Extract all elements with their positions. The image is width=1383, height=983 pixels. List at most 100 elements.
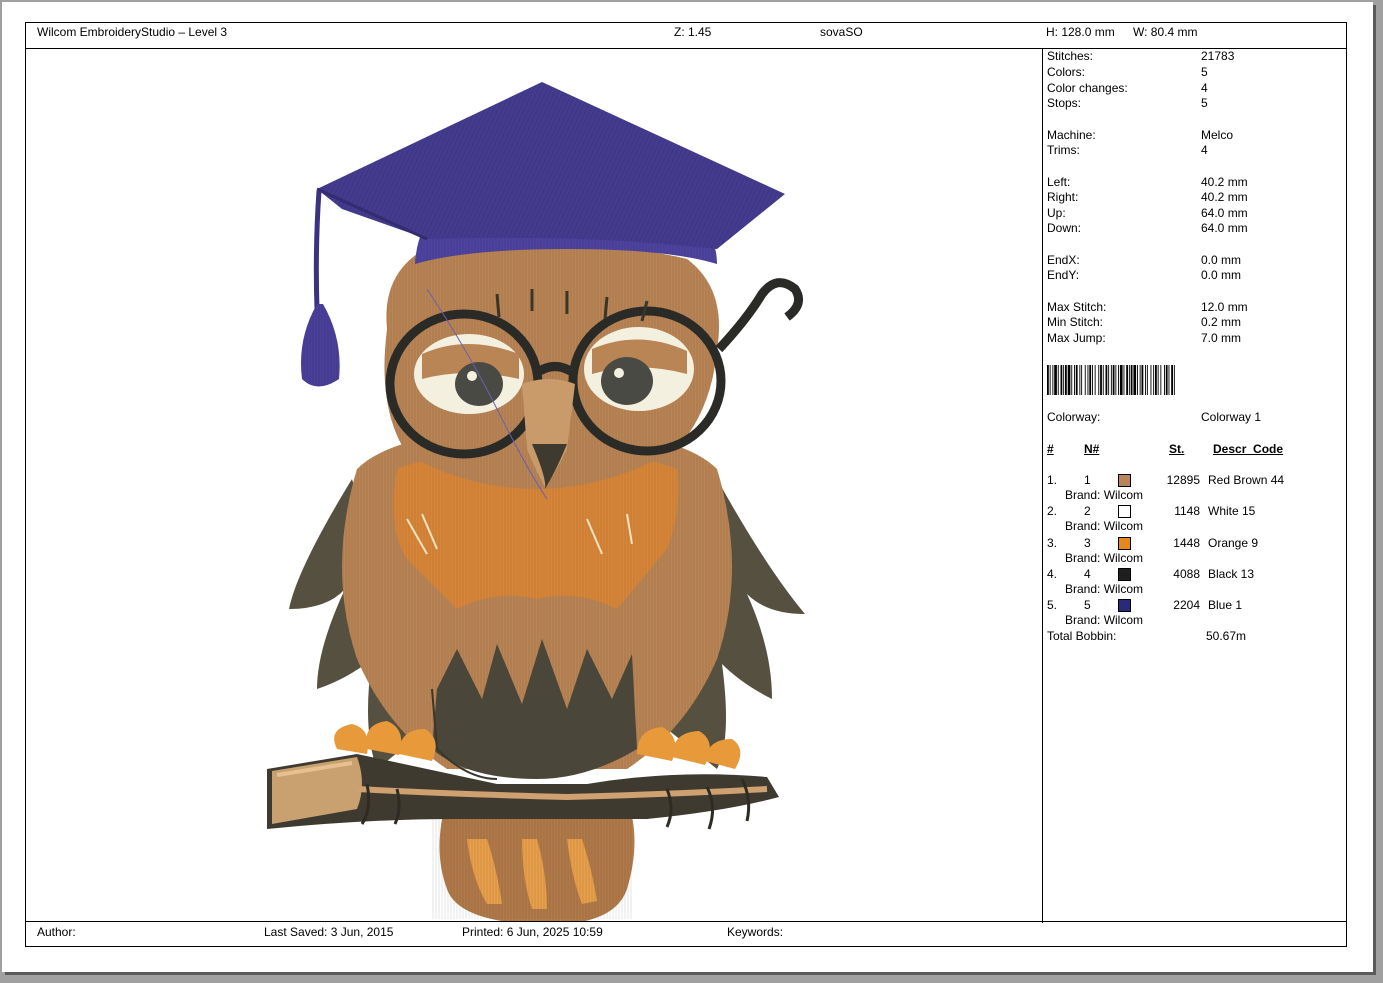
barcode-bar	[1071, 365, 1073, 395]
design-info-panel: Stitches: 21783 Colors: 5 Color changes: 4 Sto…	[1047, 49, 1347, 922]
barcode-bar	[1115, 365, 1117, 395]
barcode-bar	[1063, 365, 1065, 395]
barcode-bar	[1089, 365, 1092, 395]
color-swatch	[1118, 505, 1131, 518]
design-width: W: 80.4 mm	[1133, 25, 1198, 39]
zoom-level: Z: 1.45	[674, 25, 712, 39]
barcode-bar	[1118, 365, 1119, 395]
col-header-descr-code: Descr_Code	[1213, 442, 1284, 456]
owl-embroidery-image	[267, 82, 805, 922]
row-description: White 15	[1208, 504, 1256, 518]
barcode-bar	[1067, 365, 1071, 395]
stat-label: Up:	[1047, 206, 1066, 220]
stat-label: Right:	[1047, 190, 1079, 204]
barcode-bar	[1133, 365, 1137, 395]
color-swatch	[1118, 568, 1131, 581]
row-index: 4.	[1047, 567, 1058, 581]
row-stitches: 12895	[1166, 473, 1200, 487]
stat-label: Trims:	[1047, 143, 1080, 157]
barcode-bar	[1173, 365, 1175, 395]
stat-value: 40.2 mm	[1201, 175, 1248, 189]
worksheet: Wilcom EmbroideryStudio – Level 3 Z: 1.4…	[25, 22, 1347, 947]
print-preview-page: Wilcom EmbroideryStudio – Level 3 Z: 1.4…	[2, 2, 1373, 972]
stat-label: Stops:	[1047, 96, 1082, 110]
row-brand: Brand: Wilcom	[1065, 488, 1144, 502]
row-description: Red Brown 44	[1208, 473, 1285, 487]
row-brand: Brand: Wilcom	[1065, 613, 1144, 627]
row-stitches: 2204	[1173, 598, 1200, 612]
keywords-label: Keywords:	[727, 925, 784, 939]
stat-label: Max Stitch:	[1047, 300, 1107, 314]
design-name: sovaSO	[820, 25, 863, 39]
stat-label: Stitches:	[1047, 49, 1094, 63]
barcode-bar	[1052, 365, 1054, 395]
stat-value: 21783	[1201, 49, 1235, 63]
stat-value: 4	[1201, 81, 1208, 95]
barcode-bar	[1102, 365, 1104, 395]
barcode-bar	[1160, 365, 1162, 395]
barcode-bar	[1139, 365, 1141, 395]
stat-value: 40.2 mm	[1201, 190, 1248, 204]
worksheet-footer: Author: Last Saved: 3 Jun, 2015 Printed:…	[26, 921, 1346, 946]
barcode-bar	[1047, 365, 1049, 395]
stat-label: Max Jump:	[1047, 331, 1106, 345]
barcode-bar	[1049, 365, 1051, 395]
barcode-bar	[1074, 365, 1075, 395]
last-saved: Last Saved: 3 Jun, 2015	[264, 925, 394, 939]
row-description: Blue 1	[1208, 598, 1243, 612]
row-index: 2.	[1047, 504, 1058, 518]
design-height: H: 128.0 mm	[1046, 25, 1115, 39]
row-brand: Brand: Wilcom	[1065, 551, 1144, 565]
stat-label: Left:	[1047, 175, 1071, 189]
stat-label: Color changes:	[1047, 81, 1128, 95]
colorway-label: Colorway:	[1047, 410, 1101, 424]
barcode-bar	[1108, 365, 1110, 395]
colorway-value: Colorway 1	[1201, 410, 1262, 424]
barcode-bar	[1153, 365, 1155, 395]
barcode-bar	[1137, 365, 1138, 395]
barcode-bar	[1123, 365, 1125, 395]
barcode-bar	[1110, 365, 1112, 395]
barcode-bar	[1081, 365, 1083, 395]
stat-label: Machine:	[1047, 128, 1096, 142]
barcode-icon	[1047, 365, 1175, 395]
barcode-bar	[1168, 365, 1170, 395]
row-needle: 2	[1084, 504, 1091, 518]
row-stitches: 4088	[1173, 567, 1200, 581]
barcode-bar	[1094, 365, 1096, 395]
author-label: Author:	[37, 925, 76, 939]
worksheet-header: Wilcom EmbroideryStudio – Level 3 Z: 1.4…	[26, 23, 1346, 49]
row-needle: 5	[1084, 598, 1091, 612]
printed-date: Printed: 6 Jun, 2025 10:59	[462, 925, 603, 939]
design-preview	[27, 49, 1041, 922]
row-index: 1.	[1047, 473, 1058, 487]
stat-value: 0.0 mm	[1201, 253, 1242, 267]
barcode-bar	[1054, 365, 1057, 395]
row-needle: 3	[1084, 536, 1091, 550]
row-needle: 1	[1084, 473, 1091, 487]
row-index: 5.	[1047, 598, 1058, 612]
barcode-bar	[1079, 365, 1081, 395]
stat-label: Down:	[1047, 221, 1082, 235]
row-index: 3.	[1047, 536, 1058, 550]
color-swatch	[1118, 537, 1131, 550]
barcode-bar	[1100, 365, 1102, 395]
stat-value: 0.2 mm	[1201, 315, 1242, 329]
stat-label: EndY:	[1047, 268, 1080, 282]
color-swatch	[1118, 599, 1131, 612]
barcode-bar	[1164, 365, 1165, 395]
barcode-bar	[1165, 365, 1168, 395]
stat-value: 7.0 mm	[1201, 331, 1242, 345]
barcode-bar	[1075, 365, 1078, 395]
stat-label: EndX:	[1047, 253, 1080, 267]
barcode-bar	[1119, 365, 1123, 395]
stat-value: 12.0 mm	[1201, 300, 1248, 314]
stat-value: Melco	[1201, 128, 1234, 142]
barcode-bar	[1105, 365, 1108, 395]
stat-label: Colors:	[1047, 65, 1086, 79]
stat-value: 5	[1201, 96, 1208, 110]
stat-value: 5	[1201, 65, 1208, 79]
row-brand: Brand: Wilcom	[1065, 582, 1144, 596]
barcode-bar	[1087, 365, 1089, 395]
barcode-bar	[1171, 365, 1173, 395]
